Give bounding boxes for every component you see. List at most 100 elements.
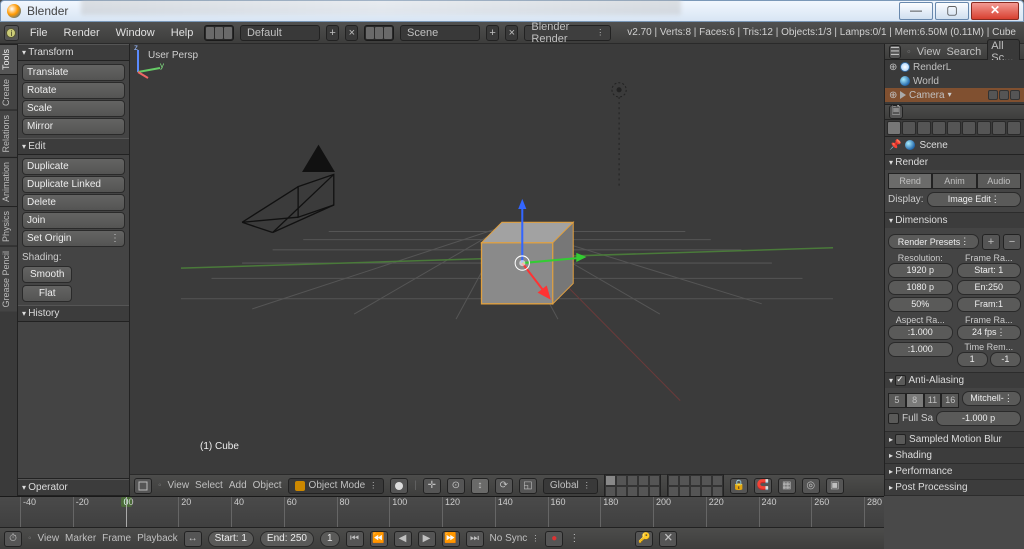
editor-type-icon[interactable]: i: [4, 25, 19, 41]
prop-tab-world[interactable]: [932, 121, 946, 135]
aa-size-field[interactable]: -1.000 p: [936, 411, 1021, 426]
outliner-row-camera[interactable]: ⊕ Camera ▾: [885, 88, 1024, 102]
view3d-menu-select[interactable]: Select: [195, 480, 223, 491]
outliner[interactable]: ⊕ RenderL World ⊕ Camera ▾: [885, 60, 1024, 105]
preset-add-icon[interactable]: +: [982, 234, 1000, 250]
restrict-view-icon[interactable]: [988, 90, 998, 100]
snap-element-icon[interactable]: ▦: [778, 478, 796, 494]
restrict-render-icon[interactable]: [1010, 90, 1020, 100]
timeline-menu-view[interactable]: View: [38, 533, 60, 544]
key-insert-icon[interactable]: 🔑: [635, 531, 653, 547]
aspect-y-field[interactable]: :1.000: [888, 342, 953, 357]
display-select[interactable]: Image Edit ⋮: [927, 192, 1021, 207]
res-pct-field[interactable]: 50%: [888, 297, 953, 312]
frame-end-field[interactable]: En:250: [957, 280, 1022, 295]
pivot-lock-icon[interactable]: ⊙: [447, 478, 465, 494]
keying-set-select[interactable]: ⋮: [569, 533, 629, 544]
menu-help[interactable]: Help: [166, 27, 199, 39]
tab-relations[interactable]: Relations: [0, 110, 17, 157]
outliner-editor-icon[interactable]: ☰: [889, 45, 901, 59]
view3d-menu-add[interactable]: Add: [229, 480, 247, 491]
snap-icon[interactable]: 🧲: [754, 478, 772, 494]
tab-grease-pencil[interactable]: Grease Pencil: [0, 246, 17, 312]
start-frame-field[interactable]: Start: 1: [208, 531, 254, 547]
duplicate-linked-button[interactable]: Duplicate Linked: [22, 176, 125, 193]
outliner-row-renderlayers[interactable]: ⊕ RenderL: [885, 60, 1024, 74]
fps-field[interactable]: 24 fps ⋮: [957, 325, 1022, 340]
aa-filter-select[interactable]: Mitchell- ⋮: [962, 391, 1021, 406]
remap-new-field[interactable]: -1: [990, 352, 1021, 367]
menu-file[interactable]: File: [25, 27, 53, 39]
timeline-menu-playback[interactable]: Playback: [137, 533, 178, 544]
jump-start-icon[interactable]: ⏮: [346, 531, 364, 547]
manipulator-rotate-icon[interactable]: ⟳: [495, 478, 513, 494]
manipulator-translate-icon[interactable]: ↕: [471, 478, 489, 494]
viewport-shading-icon[interactable]: [390, 478, 408, 494]
minimize-button[interactable]: —: [899, 2, 933, 20]
motionblur-checkbox[interactable]: [895, 434, 906, 445]
3d-viewport[interactable]: User Persp (1) Cube z y: [130, 44, 884, 474]
render-presets-select[interactable]: Render Presets ⋮: [888, 234, 979, 249]
view3d-menu-view[interactable]: View: [168, 480, 190, 491]
panel-history-header[interactable]: History: [18, 305, 129, 322]
menu-render[interactable]: Render: [59, 27, 105, 39]
delete-button[interactable]: Delete: [22, 194, 125, 211]
timeline-menu-frame[interactable]: Frame: [102, 533, 131, 544]
join-button[interactable]: Join: [22, 212, 125, 229]
menu-window[interactable]: Window: [111, 27, 160, 39]
mode-select[interactable]: Object Mode⋮: [288, 478, 385, 494]
rotate-button[interactable]: Rotate: [22, 82, 125, 99]
aa-11-button[interactable]: 11: [924, 393, 942, 408]
aa-5-button[interactable]: 5: [888, 393, 906, 408]
jump-end-icon[interactable]: ⏭: [466, 531, 484, 547]
timeline-editor-icon[interactable]: ⏱: [4, 531, 22, 547]
timeline-ruler[interactable]: -40-200204060801001201401601802002202402…: [0, 497, 884, 527]
autokey-record-icon[interactable]: ●: [545, 531, 563, 547]
res-x-field[interactable]: 1920 p: [888, 263, 953, 278]
current-frame-field[interactable]: 1: [320, 531, 340, 547]
layers-grid-b[interactable]: [667, 474, 724, 498]
aa-8-button[interactable]: 8: [906, 393, 924, 408]
panel-operator-header[interactable]: Operator: [18, 479, 129, 496]
mirror-button[interactable]: Mirror: [22, 118, 125, 135]
screen-layout-browse[interactable]: [204, 25, 234, 41]
render-still-button[interactable]: Rend: [888, 173, 932, 189]
screen-layout-add[interactable]: +: [326, 25, 339, 41]
screen-layout-del[interactable]: ×: [345, 25, 358, 41]
prop-tab-render[interactable]: [887, 121, 901, 135]
range-icon[interactable]: ↔: [184, 531, 202, 547]
aspect-x-field[interactable]: :1.000: [888, 325, 953, 340]
prop-tab-material[interactable]: [1007, 121, 1021, 135]
end-frame-field[interactable]: End: 250: [260, 531, 314, 547]
scene-add[interactable]: +: [486, 25, 499, 41]
screen-layout-field[interactable]: Default: [240, 25, 320, 41]
editor-type-3dview-icon[interactable]: [134, 478, 152, 494]
full-sample-checkbox[interactable]: [888, 413, 899, 424]
prop-tab-scene[interactable]: [917, 121, 931, 135]
orientation-select[interactable]: Global⋮: [543, 478, 598, 494]
render-preview-icon[interactable]: ▣: [826, 478, 844, 494]
render-anim-button[interactable]: Anim: [932, 173, 976, 189]
keyframe-next-icon[interactable]: ⏩: [442, 531, 460, 547]
lock-camera-icon[interactable]: 🔒: [730, 478, 748, 494]
panel-postprocessing-header[interactable]: Post Processing: [885, 480, 1024, 495]
res-y-field[interactable]: 1080 p: [888, 280, 953, 295]
play-reverse-icon[interactable]: ◀: [394, 531, 412, 547]
panel-performance-header[interactable]: Performance: [885, 464, 1024, 479]
remap-old-field[interactable]: 1: [957, 352, 988, 367]
layers-grid-a[interactable]: [604, 474, 661, 498]
sync-select[interactable]: No Sync⋮: [490, 533, 540, 544]
pin-icon[interactable]: 📌: [889, 140, 901, 151]
scene-field[interactable]: Scene: [400, 25, 480, 41]
set-origin-button[interactable]: Set Origin: [22, 230, 125, 247]
render-engine-select[interactable]: Blender Render⋮: [524, 25, 611, 41]
aa-16-button[interactable]: 16: [941, 393, 959, 408]
prop-tab-renderlayers[interactable]: [902, 121, 916, 135]
scene-browse[interactable]: [364, 25, 394, 41]
prop-tab-modifiers[interactable]: [977, 121, 991, 135]
scene-del[interactable]: ×: [505, 25, 518, 41]
smooth-button[interactable]: Smooth: [22, 266, 72, 283]
panel-shading-header[interactable]: Shading: [885, 448, 1024, 463]
view3d-menu-object[interactable]: Object: [253, 480, 282, 491]
panel-render-header[interactable]: Render: [885, 155, 1024, 170]
